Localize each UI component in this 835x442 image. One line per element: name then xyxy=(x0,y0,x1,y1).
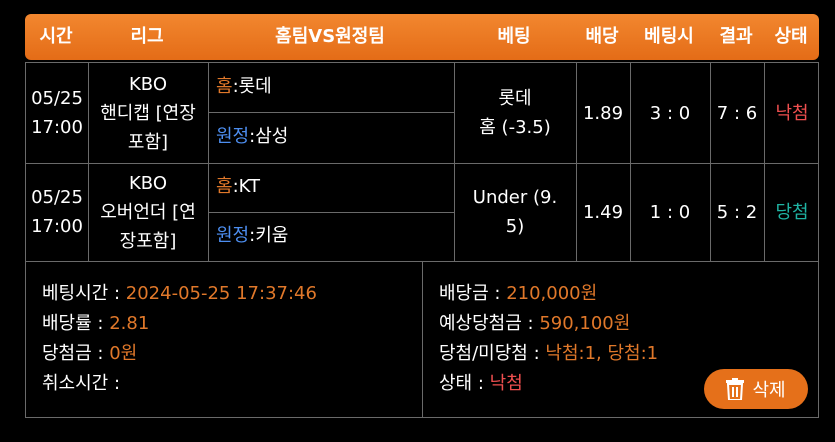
odds-rate-label: 배당률 : xyxy=(42,313,104,334)
summary-right: 배당금 : 210,000원 예상당첨금 : 590,100원 당첨/미당첨 :… xyxy=(439,279,658,399)
row-bet-score: 1 : 0 xyxy=(649,201,691,223)
cancel-time-line: 취소시간 : xyxy=(42,369,317,399)
expected-value: 590,100원 xyxy=(539,313,631,334)
win-lose-label: 당첨/미당첨 : xyxy=(439,343,540,364)
table-header: 시간 리그 홈팀VS원정팀 베팅 배당 베팅시 결과 상태 xyxy=(25,14,819,60)
win-lose-line: 당첨/미당첨 : 낙첨:1, 당첨:1 xyxy=(439,339,658,369)
header-status: 상태 xyxy=(774,26,808,47)
cancel-time-label: 취소시간 : xyxy=(42,373,121,394)
row-odds: 1.89 xyxy=(582,102,624,124)
row-date: 05/25 xyxy=(31,88,83,109)
status-value: 낙첨 xyxy=(489,373,523,394)
away-label: 원정 xyxy=(216,225,250,246)
row-bet-score: 3 : 0 xyxy=(649,102,691,124)
header-match: 홈팀VS원정팀 xyxy=(275,26,385,47)
bet-table: 05/25 17:00 KBO 핸디캡 [연장 포함] 홈:롯데 원정:삼성 롯… xyxy=(25,62,819,418)
delete-button-label: 삭제 xyxy=(752,380,786,401)
away-label: 원정 xyxy=(216,126,250,147)
trash-icon xyxy=(726,378,745,400)
table-row-2-league: KBO 오버언더 [연 장포함] xyxy=(88,163,208,261)
home-label: 홈 xyxy=(216,76,233,97)
row-time: 17:00 xyxy=(31,216,83,237)
row-odds: 1.49 xyxy=(582,201,624,223)
status-badge: 당첨 xyxy=(775,201,809,223)
league-name: KBO xyxy=(128,172,167,194)
win-amount-line: 당첨금 : 0원 xyxy=(42,339,317,369)
table-row-1-league: KBO 핸디캡 [연장 포함] xyxy=(88,63,208,163)
home-team: 홈:KT xyxy=(216,175,260,199)
bet-time-label: 베팅시간 : xyxy=(42,283,121,304)
expected-line: 예상당첨금 : 590,100원 xyxy=(439,309,658,339)
bet-amount-label: 배당금 : xyxy=(439,283,501,304)
home-label: 홈 xyxy=(216,176,233,197)
win-lose-value: 낙첨:1, 당첨:1 xyxy=(545,343,659,364)
odds-rate-line: 배당률 : 2.81 xyxy=(42,309,317,339)
bet-amount-value: 210,000원 xyxy=(506,283,598,304)
home-team-name: :KT xyxy=(232,176,261,197)
delete-button[interactable]: 삭제 xyxy=(704,369,808,409)
league-type-cont: 장포함] xyxy=(119,230,177,252)
status-badge: 낙첨 xyxy=(775,102,809,124)
league-type-cont: 포함] xyxy=(127,131,169,153)
header-odds: 배당 xyxy=(585,26,619,47)
league-type: 핸디캡 [연장 xyxy=(100,102,196,124)
header-time: 시간 xyxy=(39,26,73,47)
league-type: 오버언더 [연 xyxy=(100,201,196,223)
win-amount-label: 당첨금 : xyxy=(42,343,104,364)
row-date: 05/25 xyxy=(31,187,83,208)
bet-time-value: 2024-05-25 17:37:46 xyxy=(125,283,317,304)
row-result: 5 : 2 xyxy=(716,201,758,223)
away-team-name: :키움 xyxy=(249,225,289,246)
away-team-name: :삼성 xyxy=(249,126,289,147)
bet-amount-line: 배당금 : 210,000원 xyxy=(439,279,658,309)
home-team: 홈:롯데 xyxy=(216,75,272,99)
status-line: 상태 : 낙첨 xyxy=(439,369,658,399)
expected-label: 예상당첨금 : xyxy=(439,313,534,334)
header-league: 리그 xyxy=(130,26,164,47)
bet-pick: Under (9. xyxy=(472,187,558,208)
row-result: 7 : 6 xyxy=(716,102,758,124)
header-bet: 베팅 xyxy=(497,26,531,47)
bet-time-line: 베팅시간 : 2024-05-25 17:37:46 xyxy=(42,279,317,309)
table-row-1-time: 05/25 17:00 xyxy=(26,63,88,163)
away-team: 원정:삼성 xyxy=(216,125,288,149)
header-result: 결과 xyxy=(719,26,753,47)
table-row-2-bet: Under (9. 5) xyxy=(454,163,576,261)
table-row-2-time: 05/25 17:00 xyxy=(26,163,88,261)
odds-rate-value: 2.81 xyxy=(109,313,150,334)
home-team-name: :롯데 xyxy=(232,76,272,97)
win-amount-value: 0원 xyxy=(109,343,138,364)
league-name: KBO xyxy=(128,73,167,95)
bet-pick-detail: 5) xyxy=(505,216,525,237)
status-label: 상태 : xyxy=(439,373,484,394)
bet-pick: 롯데 xyxy=(498,88,532,109)
table-row-1-bet: 롯데 홈 (-3.5) xyxy=(454,63,576,163)
bet-pick-detail: 홈 (-3.5) xyxy=(479,117,551,138)
summary-left: 베팅시간 : 2024-05-25 17:37:46 배당률 : 2.81 당첨… xyxy=(42,279,317,399)
row-time: 17:00 xyxy=(31,117,83,138)
away-team: 원정:키움 xyxy=(216,224,288,248)
header-bet-time: 베팅시 xyxy=(644,26,694,47)
